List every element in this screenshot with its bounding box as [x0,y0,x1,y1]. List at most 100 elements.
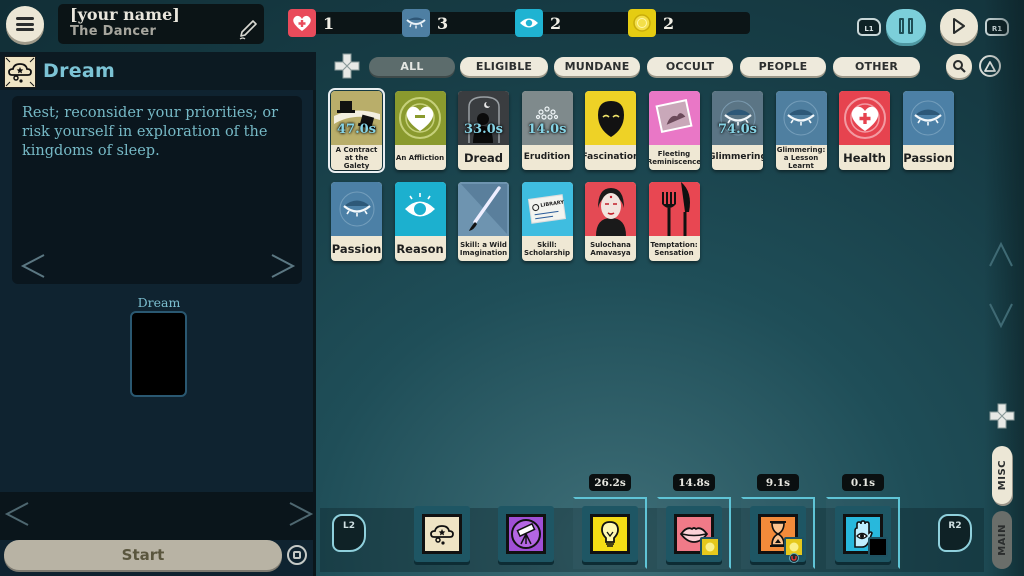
output-prev-icon[interactable] [4,500,30,528]
health-count: 1 [323,13,335,33]
funds-count: 2 [663,13,675,33]
dream-cloud-icon [4,56,36,88]
closed-eye-icon [902,91,954,145]
closed-eye-icon [402,9,430,37]
verb-timer-idea: 26.2s [589,474,631,491]
pencil-icon[interactable] [238,19,258,41]
card-skill-a-wild-imagination[interactable]: Skill: a Wild Imagination [458,182,509,261]
chevron-right-icon[interactable] [270,252,296,280]
verb-talk-card-slot[interactable] [700,537,720,557]
output-next-icon[interactable] [288,500,314,528]
photograph-icon [648,91,700,145]
filter-occult[interactable]: OCCULT [647,57,733,76]
card-label: Glimmering [712,152,763,162]
card-label: Skill: Scholarship [523,240,571,257]
filter-other[interactable]: OTHER [833,57,920,76]
situation-panel: Dream Rest; reconsider your priorities; … [0,52,316,576]
card-fascination[interactable]: Fascination [585,91,636,170]
dream-cloud-icon [422,514,462,554]
chevron-up-icon[interactable] [988,240,1014,270]
card-label: Passion [903,150,953,165]
heart-minus-icon [394,91,446,145]
card-erudition[interactable]: 14.0s Erudition [521,91,573,170]
aspect-counter-reason: 2 [515,9,635,37]
situation-output-strip [0,492,316,540]
tab-main[interactable]: MAIN [992,511,1012,569]
closed-eye-icon [775,91,827,145]
paintbrush-icon [458,182,509,236]
situation-description: Rest; reconsider your priorities; or ris… [22,105,279,159]
card-dread[interactable]: 33.0s Dread [458,91,509,170]
card-reason[interactable]: Reason [394,182,446,261]
tab-misc[interactable]: MISC [992,446,1012,504]
search-button[interactable] [946,54,972,78]
portrait-icon [585,182,636,236]
card-label: Reason [396,241,444,256]
player-name: [your name] [70,5,180,24]
main-menu-button[interactable] [6,6,44,42]
chevron-down-icon[interactable] [988,300,1014,330]
player-name-box[interactable]: [your name] The Dancer [58,4,264,44]
l2-button-hint[interactable]: L2 [332,514,366,552]
filter-people[interactable]: PEOPLE [740,57,826,76]
card-label: Sulochana Amavasya [590,240,631,257]
coin-icon [628,9,656,37]
card-timer: 14.0s [527,122,567,137]
pause-button[interactable] [886,9,926,43]
card-label: Health [843,150,886,165]
card-label: Skill: a Wild Imagination [459,240,508,257]
card-temptation-sensation[interactable]: Temptation: Sensation [648,182,700,261]
card-timer: 47.0s [337,122,376,137]
card-passion[interactable]: Passion [902,91,954,170]
telescope-icon [506,514,546,554]
chevron-left-icon[interactable] [20,252,46,280]
card-an-affliction[interactable]: An Affliction [394,91,446,170]
fork-knife-icon [648,182,700,236]
card-label: Glimmering: a Lesson Learnt [776,145,826,170]
play-icon [953,18,965,34]
verb-dream[interactable] [414,506,470,562]
coin-icon [705,542,715,552]
verb-timer-talk: 14.8s [673,474,715,491]
library-card-icon: LIBRARY [521,182,573,236]
coin-icon [789,542,799,552]
filter-eligible[interactable]: ELIGIBLE [460,57,548,76]
start-button[interactable]: Start [4,540,282,570]
lightbulb-icon [590,514,630,554]
verb-study[interactable] [498,506,554,562]
r2-button-hint[interactable]: R2 [938,514,972,552]
play-button[interactable] [940,9,978,43]
filter-mundane[interactable]: MUNDANE [554,57,640,76]
card-label: Temptation: Sensation [650,240,698,257]
filter-all[interactable]: ALL [369,57,455,76]
verb-idea[interactable] [582,506,638,562]
passion-count: 3 [437,13,449,33]
card-glimmering[interactable]: 74.0s Glimmering [712,91,763,170]
card-skill-scholarship[interactable]: LIBRARY Skill: Scholarship [521,182,573,261]
square-button-icon[interactable] [287,545,307,565]
card-a-contract-at-the-galety[interactable]: 47.0s A Contract at the Galety [328,88,385,173]
magnet-icon [789,553,799,563]
reason-count: 2 [550,13,562,33]
card-label: Fleeting Reminiscence [648,149,700,166]
card-label: Passion [331,241,382,256]
search-icon [953,60,966,73]
card-label: A Contract at the Galety [335,145,378,170]
card-sulochana-amavasya[interactable]: Sulochana Amavasya [585,182,636,261]
verb-timer-time: 9.1s [757,474,799,491]
verb-explore-card-slot[interactable] [868,537,888,557]
card-health[interactable]: Health [839,91,890,170]
health-heart-icon [839,91,890,145]
card-fleeting-reminiscence[interactable]: Fleeting Reminiscence [648,91,700,170]
situation-description-box: Rest; reconsider your priorities; or ris… [12,96,302,284]
verb-timer-explore: 0.1s [842,474,884,491]
pause-icon [897,18,915,34]
card-label: Erudition [523,152,571,162]
aspect-counter-passion: 3 [402,9,522,37]
l1-button-hint[interactable]: L1 [857,18,881,36]
card-timer: 74.0s [718,122,757,137]
dream-card-slot[interactable] [130,311,187,397]
dream-slot-label: Dream [137,295,181,310]
card-passion[interactable]: Passion [331,182,382,261]
card-glimmering-a-lesson-learnt[interactable]: Glimmering: a Lesson Learnt [775,91,827,170]
